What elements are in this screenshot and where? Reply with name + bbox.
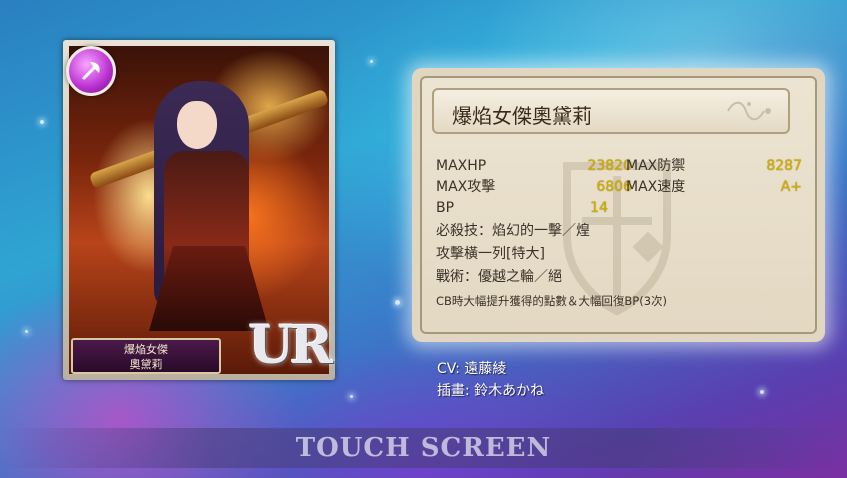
maxdef-label: MAX防禦 bbox=[626, 158, 686, 174]
fire-axe-icon bbox=[66, 46, 116, 96]
sparkle bbox=[395, 300, 400, 305]
credits-block: CV: 遠藤綾 插畫: 鈴木あかね bbox=[437, 358, 544, 402]
sparkle bbox=[25, 330, 28, 333]
maxspd-value: A+ bbox=[780, 179, 802, 195]
stats-block: MAXHP 23820 MAX防禦 8287 MAX攻擊 6806 MAX速度 … bbox=[436, 156, 806, 312]
character-info-panel: 爆焰女傑奧黛莉 MAXHP 23820 MAX防禦 8287 MAX攻擊 680… bbox=[412, 68, 825, 342]
stats-row: MAXHP 23820 MAX防禦 8287 bbox=[436, 156, 806, 177]
nameplate-name: 奧黛莉 bbox=[129, 358, 163, 371]
sparkle bbox=[370, 60, 373, 63]
maxhp-label: MAXHP bbox=[436, 158, 487, 174]
title-bar: 爆焰女傑奧黛莉 bbox=[432, 88, 790, 134]
nameplate-title: 爆焔女傑 bbox=[124, 343, 168, 356]
tactic-description: CB時大幅提升獲得的點數＆大幅回復BP(3次) bbox=[436, 294, 668, 308]
illustrator-credit: 插畫: 鈴木あかね bbox=[437, 383, 545, 399]
bp-label: BP bbox=[436, 200, 455, 216]
touch-screen-label[interactable]: TOUCH SCREEN bbox=[296, 433, 551, 463]
stats-row: MAX攻擊 6806 MAX速度 A+ bbox=[436, 177, 806, 198]
character-card[interactable]: 爆焔女傑 奧黛莉 UR bbox=[63, 40, 335, 380]
skill-effect-line: 攻擊橫一列[特大] bbox=[436, 246, 545, 262]
scroll-ornament-icon bbox=[727, 101, 771, 121]
rarity-badge: UR bbox=[248, 315, 333, 376]
maxspd-label: MAX速度 bbox=[626, 179, 686, 195]
stats-row: BP 14 bbox=[436, 198, 806, 219]
sparkle bbox=[760, 390, 764, 394]
tactic-line: 戰術：優越之輪／絕 bbox=[436, 269, 562, 285]
cv-credit: CV: 遠藤綾 bbox=[437, 361, 507, 377]
skill-line: 必殺技：焰幻的一擊／煌 bbox=[436, 223, 590, 239]
maxatk-label: MAX攻擊 bbox=[436, 179, 496, 195]
touch-screen-bar[interactable]: TOUCH SCREEN bbox=[0, 428, 847, 468]
character-title: 爆焰女傑奧黛莉 bbox=[452, 104, 592, 128]
sparkle bbox=[40, 120, 44, 124]
maxatk-value: 6806 bbox=[596, 179, 632, 195]
sparkle bbox=[350, 395, 353, 398]
maxdef-value: 8287 bbox=[766, 158, 802, 174]
face-shape bbox=[177, 101, 217, 149]
bp-value: 14 bbox=[590, 200, 608, 216]
card-nameplate: 爆焔女傑 奧黛莉 bbox=[71, 338, 221, 374]
maxhp-value: 23820 bbox=[587, 158, 632, 174]
